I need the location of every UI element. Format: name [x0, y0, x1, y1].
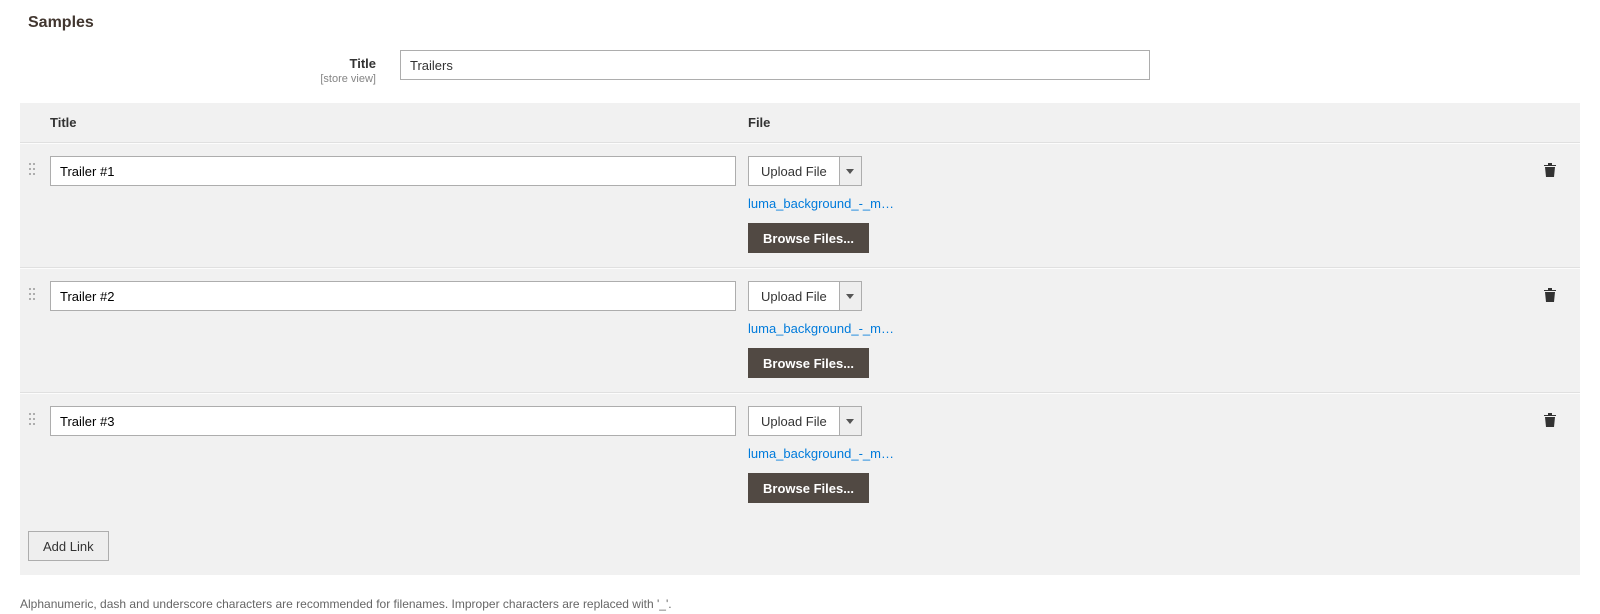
sample-row: Upload File luma_background_-_mo... Brow…	[20, 143, 1580, 268]
grid-header: Title File	[20, 103, 1580, 143]
add-link-button[interactable]: Add Link	[28, 531, 109, 561]
grid-footer: Add Link	[20, 517, 1580, 575]
sample-title-input[interactable]	[50, 156, 736, 186]
column-title: Title	[50, 115, 748, 130]
drag-handle-icon	[28, 287, 36, 301]
title-scope: [store view]	[20, 73, 376, 85]
uploaded-file-link[interactable]: luma_background_-_mo...	[748, 446, 898, 461]
drag-handle[interactable]	[20, 156, 50, 179]
section-heading: Samples	[28, 14, 1580, 32]
trash-icon	[1543, 287, 1557, 303]
samples-title-row: Title [store view]	[20, 50, 1580, 85]
filename-hint: Alphanumeric, dash and underscore charac…	[20, 597, 1580, 611]
delete-row-button[interactable]	[1520, 281, 1580, 306]
browse-files-button[interactable]: Browse Files...	[748, 348, 869, 378]
uploaded-file-link[interactable]: luma_background_-_mo...	[748, 196, 898, 211]
upload-file-button[interactable]: Upload File	[748, 406, 840, 436]
column-file: File	[748, 115, 1520, 130]
uploaded-file-link[interactable]: luma_background_-_mo...	[748, 321, 898, 336]
drag-handle[interactable]	[20, 406, 50, 429]
drag-handle[interactable]	[20, 281, 50, 304]
upload-file-toggle[interactable]	[840, 406, 862, 436]
browse-files-button[interactable]: Browse Files...	[748, 473, 869, 503]
sample-title-input[interactable]	[50, 406, 736, 436]
upload-file-toggle[interactable]	[840, 281, 862, 311]
sample-title-input[interactable]	[50, 281, 736, 311]
sample-row: Upload File luma_background_-_mo... Brow…	[20, 268, 1580, 393]
samples-grid: Title File Upload File luma_background_-…	[20, 103, 1580, 575]
drag-handle-icon	[28, 412, 36, 426]
upload-file-button[interactable]: Upload File	[748, 281, 840, 311]
delete-row-button[interactable]	[1520, 406, 1580, 431]
samples-title-input[interactable]	[400, 50, 1150, 80]
caret-down-icon	[846, 294, 854, 299]
delete-row-button[interactable]	[1520, 156, 1580, 181]
upload-file-button[interactable]: Upload File	[748, 156, 840, 186]
upload-file-toggle[interactable]	[840, 156, 862, 186]
drag-handle-icon	[28, 162, 36, 176]
trash-icon	[1543, 412, 1557, 428]
sample-row: Upload File luma_background_-_mo... Brow…	[20, 393, 1580, 517]
caret-down-icon	[846, 169, 854, 174]
title-label: Title	[20, 56, 376, 71]
trash-icon	[1543, 162, 1557, 178]
caret-down-icon	[846, 419, 854, 424]
browse-files-button[interactable]: Browse Files...	[748, 223, 869, 253]
